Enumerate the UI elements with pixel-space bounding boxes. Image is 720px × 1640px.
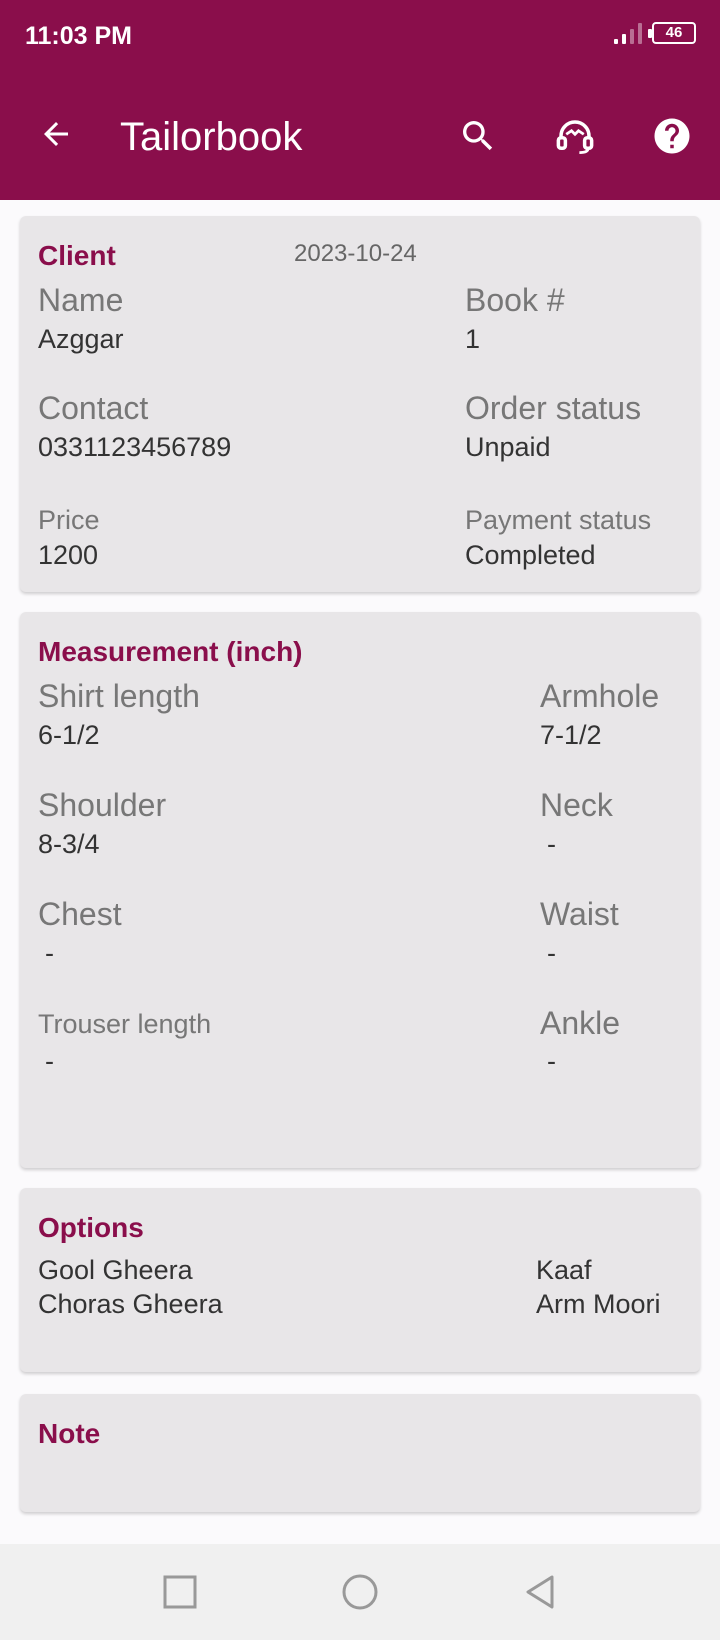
client-section-title: Client xyxy=(38,240,116,271)
trouser-length-label: Trouser length xyxy=(38,1009,212,1039)
signal-icon xyxy=(614,22,642,44)
shirt-length-label: Shirt length xyxy=(38,678,200,714)
order-status-value: Unpaid xyxy=(465,432,551,462)
headset-icon xyxy=(556,120,594,155)
order-date: 2023-10-24 xyxy=(294,240,417,267)
shoulder-value: 8-3/4 xyxy=(38,829,100,859)
note-card: Note xyxy=(20,1394,700,1512)
back-button[interactable] xyxy=(34,112,78,156)
contact-value: 0331123456789 xyxy=(38,432,232,462)
armhole-label: Armhole xyxy=(540,678,660,714)
name-value: Azggar xyxy=(38,324,124,354)
waist-value: - xyxy=(547,938,556,968)
neck-value: - xyxy=(547,829,556,859)
ankle-value: - xyxy=(547,1046,556,1076)
help-icon xyxy=(654,118,690,154)
option-item: Kaaf xyxy=(536,1255,592,1285)
option-item: Choras Gheera xyxy=(38,1289,223,1319)
options-section-title: Options xyxy=(38,1212,144,1243)
chest-value: - xyxy=(45,938,54,968)
book-number-value: 1 xyxy=(465,324,481,354)
search-button[interactable] xyxy=(454,112,502,160)
order-status-label: Order status xyxy=(465,390,642,426)
note-section-title: Note xyxy=(38,1418,101,1449)
neck-label: Neck xyxy=(540,787,613,823)
price-label: Price xyxy=(38,505,100,535)
contact-label: Contact xyxy=(38,390,149,426)
triangle-back-icon xyxy=(526,1575,554,1609)
shirt-length-value: 6-1/2 xyxy=(38,720,100,750)
help-button[interactable] xyxy=(648,112,696,160)
app-bar: 11:03 PM 46 Tailorbook xyxy=(0,0,720,200)
status-icons: 46 xyxy=(614,22,696,44)
shoulder-label: Shoulder xyxy=(38,787,167,823)
home-button[interactable] xyxy=(336,1568,384,1616)
chest-label: Chest xyxy=(38,896,122,932)
measurement-section-title: Measurement (inch) xyxy=(38,636,303,667)
system-nav-bar xyxy=(0,1544,720,1640)
arrow-left-icon xyxy=(44,122,68,146)
measurement-card: Measurement (inch) Shirt length 6-1/2 Ar… xyxy=(20,612,700,1168)
ankle-label: Ankle xyxy=(540,1005,621,1041)
square-icon xyxy=(163,1575,197,1609)
name-label: Name xyxy=(38,282,124,318)
waist-label: Waist xyxy=(540,896,619,932)
option-item: Arm Moori xyxy=(536,1289,661,1319)
option-item: Gool Gheera xyxy=(38,1255,193,1285)
search-icon xyxy=(463,121,493,151)
battery-icon: 46 xyxy=(648,22,696,44)
support-button[interactable] xyxy=(551,112,599,160)
book-number-label: Book # xyxy=(465,282,565,318)
recent-apps-button[interactable] xyxy=(156,1568,204,1616)
status-time: 11:03 PM xyxy=(25,22,133,50)
armhole-value: 7-1/2 xyxy=(540,720,602,750)
price-value: 1200 xyxy=(38,540,99,570)
options-card: Options Gool Gheera Choras Gheera Kaaf A… xyxy=(20,1188,700,1372)
back-nav-button[interactable] xyxy=(516,1568,564,1616)
page-title: Tailorbook xyxy=(120,115,303,159)
payment-status-label: Payment status xyxy=(465,505,652,535)
payment-status-value: Completed xyxy=(465,540,596,570)
circle-icon xyxy=(342,1574,378,1610)
client-card: Client 2023-10-24 Name Azggar Book # 1 C… xyxy=(20,216,700,592)
trouser-length-value: - xyxy=(45,1046,54,1076)
